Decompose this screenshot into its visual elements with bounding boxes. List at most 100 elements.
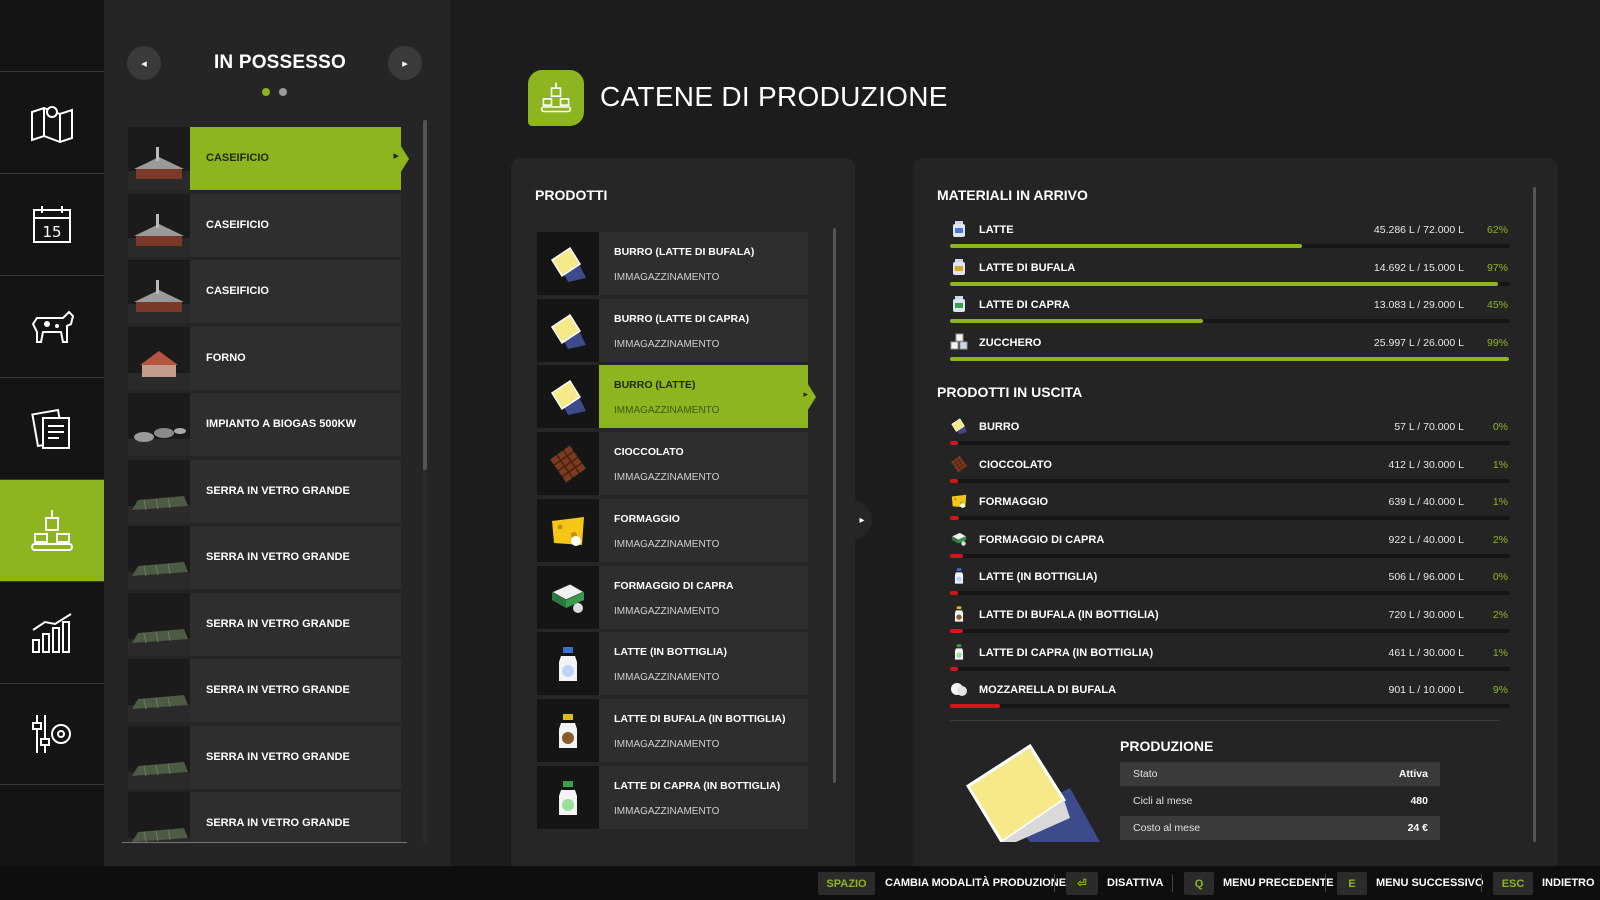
owned-item[interactable]: FORNO bbox=[128, 327, 401, 390]
nav-settings[interactable] bbox=[0, 683, 104, 785]
product-name: LATTE (IN BOTTIGLIA) bbox=[614, 646, 727, 658]
divider bbox=[1054, 874, 1055, 892]
owned-item-label: IMPIANTO A BIOGAS 500KW bbox=[206, 418, 356, 430]
deactivate-action[interactable]: DISATTIVA bbox=[1107, 877, 1163, 889]
product-item[interactable]: BURRO (LATTE) IMMAGAZZINAMENTO bbox=[537, 365, 816, 428]
bakery-thumbnail bbox=[128, 327, 190, 390]
key-space[interactable]: SPAZIO bbox=[818, 872, 875, 895]
butter-icon bbox=[537, 299, 599, 362]
owned-item[interactable]: CASEIFICIO bbox=[128, 260, 401, 323]
stat-label: Cicli al mese bbox=[1133, 795, 1193, 807]
next-menu-action[interactable]: MENU SUCCESSIVO bbox=[1376, 877, 1484, 889]
nav-calendar[interactable]: 15 bbox=[0, 173, 104, 275]
fill-level bbox=[950, 591, 958, 595]
key-q[interactable]: Q bbox=[1184, 872, 1214, 895]
fill-level bbox=[950, 516, 959, 520]
material-percent: 99% bbox=[1486, 337, 1508, 349]
milk-can-icon bbox=[950, 220, 968, 238]
stat-cycles: Cicli al mese 480 bbox=[1120, 789, 1440, 813]
biogas-thumbnail bbox=[128, 393, 190, 456]
previous-menu-action[interactable]: MENU PRECEDENTE bbox=[1223, 877, 1334, 889]
dairy-thumbnail bbox=[128, 127, 190, 190]
owned-item-label: SERRA IN VETRO GRANDE bbox=[206, 817, 350, 829]
greenhouse-thumbnail bbox=[128, 460, 190, 523]
toggle-mode-action[interactable]: CAMBIA MODALITÀ PRODUZIONE bbox=[885, 877, 1066, 889]
owned-item[interactable]: CASEIFICIO bbox=[128, 194, 401, 257]
material-amount: 461 L / 30.000 L bbox=[1388, 647, 1464, 659]
greenhouse-thumbnail bbox=[128, 526, 190, 589]
material-name: ZUCCHERO bbox=[979, 337, 1042, 349]
product-name: FORMAGGIO bbox=[614, 513, 680, 525]
back-action[interactable]: INDIETRO bbox=[1542, 877, 1595, 889]
page-title: CATENE DI PRODUZIONE bbox=[600, 81, 948, 112]
product-item[interactable]: FORMAGGIO DI CAPRA IMMAGAZZINAMENTO bbox=[537, 566, 808, 629]
owned-item[interactable]: CASEIFICIO bbox=[128, 127, 409, 190]
nav-map[interactable] bbox=[0, 71, 104, 173]
owned-item[interactable]: IMPIANTO A BIOGAS 500KW bbox=[128, 393, 401, 456]
material-amount: 57 L / 70.000 L bbox=[1394, 421, 1464, 433]
nav-animals[interactable] bbox=[0, 275, 104, 377]
product-name: LATTE DI CAPRA (IN BOTTIGLIA) bbox=[614, 780, 781, 792]
owned-item-label: SERRA IN VETRO GRANDE bbox=[206, 551, 350, 563]
divider bbox=[950, 720, 1500, 721]
production-chain-icon bbox=[528, 70, 584, 126]
fill-level-bar bbox=[950, 704, 1510, 708]
map-icon bbox=[31, 105, 73, 143]
product-item[interactable]: LATTE DI CAPRA (IN BOTTIGLIA) IMMAGAZZINA… bbox=[537, 766, 808, 829]
key-e[interactable]: E bbox=[1337, 872, 1367, 895]
product-name: FORMAGGIO DI CAPRA bbox=[614, 580, 734, 592]
owned-item[interactable]: SERRA IN VETRO GRANDE bbox=[128, 460, 401, 523]
nav-statistics[interactable] bbox=[0, 581, 104, 683]
product-name: BURRO (LATTE DI BUFALA) bbox=[614, 246, 755, 258]
chocolate-icon bbox=[537, 432, 599, 495]
outgoing-product-row: LATTE DI BUFALA (IN BOTTIGLIA) 720 L / 30… bbox=[950, 605, 1510, 635]
fill-level-bar bbox=[950, 357, 1510, 361]
owned-prev-button[interactable]: ◂ bbox=[127, 46, 161, 80]
fill-level-bar bbox=[950, 441, 1510, 445]
owned-item[interactable]: SERRA IN VETRO GRANDE bbox=[128, 526, 401, 589]
calendar-day: 15 bbox=[42, 223, 61, 241]
page-dot[interactable] bbox=[279, 88, 287, 96]
arrow-right-icon: ▸ bbox=[859, 514, 865, 526]
owned-item[interactable]: SERRA IN VETRO GRANDE bbox=[128, 726, 401, 789]
greenhouse-thumbnail bbox=[128, 726, 190, 789]
key-enter[interactable]: ⏎ bbox=[1066, 872, 1098, 895]
stat-status: Stato Attiva bbox=[1120, 762, 1440, 786]
outgoing-product-row: CIOCCOLATO 412 L / 30.000 L 1% bbox=[950, 455, 1510, 485]
material-percent: 62% bbox=[1486, 224, 1508, 236]
fill-level bbox=[950, 244, 1303, 248]
stat-cost: Costo al mese 24 € bbox=[1120, 816, 1440, 840]
product-item[interactable]: FORMAGGIO IMMAGAZZINAMENTO bbox=[537, 499, 808, 562]
fill-level bbox=[950, 282, 1499, 286]
expand-arrow-button[interactable]: ▸ bbox=[852, 500, 872, 540]
product-item[interactable]: BURRO (LATTE DI BUFALA) IMMAGAZZINAMENTO bbox=[537, 232, 808, 295]
cow-icon bbox=[31, 310, 75, 343]
details-scrollbar[interactable] bbox=[1533, 187, 1536, 842]
owned-item[interactable]: SERRA IN VETRO GRANDE bbox=[128, 593, 401, 656]
material-name: MOZZARELLA DI BUFALA bbox=[979, 684, 1117, 696]
nav-contracts[interactable] bbox=[0, 377, 104, 479]
product-item[interactable]: LATTE DI BUFALA (IN BOTTIGLIA) IMMAGAZZIN… bbox=[537, 699, 808, 762]
owned-item[interactable]: SERRA IN VETRO GRANDE bbox=[128, 792, 401, 842]
nav-production[interactable] bbox=[0, 479, 112, 581]
outgoing-product-row: FORMAGGIO 639 L / 40.000 L 1% bbox=[950, 492, 1510, 522]
key-esc[interactable]: ESC bbox=[1493, 872, 1533, 895]
buffalo-milk-bottle-icon bbox=[950, 605, 968, 623]
fill-level bbox=[950, 667, 959, 671]
incoming-material-row: LATTE DI CAPRA 13.083 L / 29.000 L 45% bbox=[950, 295, 1510, 325]
product-item[interactable]: CIOCCOLATO IMMAGAZZINAMENTO bbox=[537, 432, 808, 495]
product-name: LATTE DI BUFALA (IN BOTTIGLIA) bbox=[614, 713, 786, 725]
fill-level-bar bbox=[950, 667, 1510, 671]
owned-scrollbar-thumb[interactable] bbox=[423, 120, 427, 470]
mozzarella-icon bbox=[950, 680, 968, 698]
product-item[interactable]: BURRO (LATTE DI CAPRA) IMMAGAZZINAMENTO bbox=[537, 299, 808, 362]
products-scrollbar[interactable] bbox=[833, 228, 836, 783]
stat-label: Stato bbox=[1133, 768, 1158, 780]
stat-value: Attiva bbox=[1398, 768, 1428, 780]
incoming-material-row: ZUCCHERO 25.997 L / 26.000 L 99% bbox=[950, 333, 1510, 363]
material-name: LATTE DI CAPRA bbox=[979, 299, 1070, 311]
page-dot-active[interactable] bbox=[262, 88, 270, 96]
owned-next-button[interactable]: ▸ bbox=[388, 46, 422, 80]
product-item[interactable]: LATTE (IN BOTTIGLIA) IMMAGAZZINAMENTO bbox=[537, 632, 808, 695]
owned-item[interactable]: SERRA IN VETRO GRANDE bbox=[128, 659, 401, 722]
